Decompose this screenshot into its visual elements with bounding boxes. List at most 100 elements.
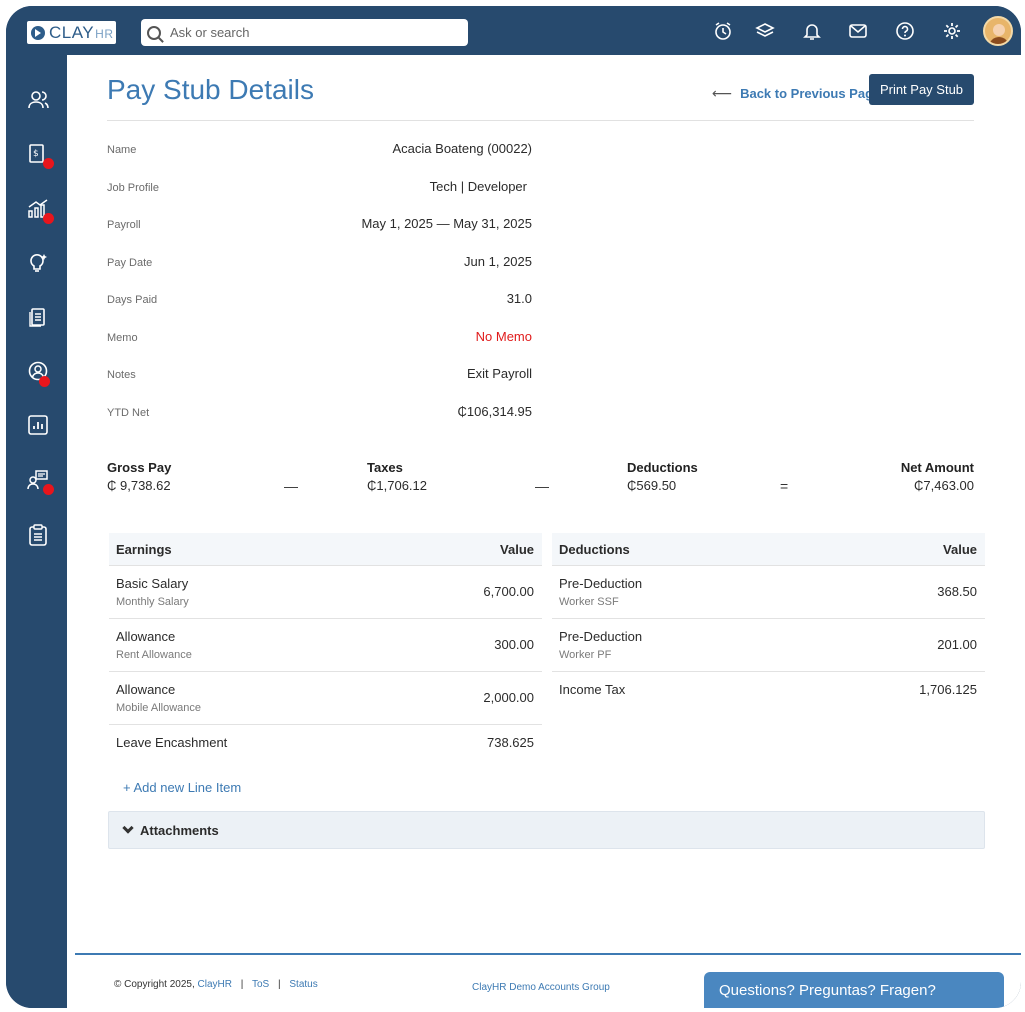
documents-icon[interactable] [27, 306, 49, 328]
deductions-header: Deductions Value [552, 533, 985, 565]
back-link-label: Back to Previous Page [740, 86, 881, 101]
detail-row-ytd-net: YTD Net ₵106,314.95 [107, 404, 532, 424]
row-title: Basic Salary [116, 576, 189, 591]
copyright-text: © Copyright 2025, [114, 979, 195, 990]
search-input[interactable] [170, 25, 450, 40]
gross-pay-summary: Gross Pay ₵ 9,738.62 [107, 460, 171, 493]
chevron-down-icon [122, 821, 134, 834]
app-frame: CLAYHR Ask or search $ Pay Stub Details … [6, 6, 1021, 1008]
row-title: Pre-Deduction [559, 629, 643, 644]
svg-text:$: $ [33, 149, 39, 159]
row-subtitle: Worker PF [559, 649, 612, 661]
earnings-header-label: Earnings [116, 542, 172, 557]
taxes-label: Taxes [367, 460, 403, 475]
table-row[interactable]: Pre-Deduction Worker PF 201.00 [552, 618, 985, 671]
people-icon[interactable] [27, 89, 49, 111]
deductions-label: Deductions [627, 460, 698, 475]
detail-row-payroll: Payroll May 1, 2025 — May 31, 2025 [107, 216, 532, 236]
memo-value[interactable]: No Memo [476, 329, 532, 344]
row-value: 300.00 [494, 637, 534, 652]
row-value: 738.625 [487, 735, 534, 750]
divider [107, 120, 974, 121]
demo-group-link[interactable]: ClayHR Demo Accounts Group [472, 982, 610, 993]
detail-label: Days Paid [107, 294, 158, 306]
row-title: Allowance [116, 682, 176, 697]
detail-value: Tech | Developer [429, 179, 527, 194]
clipboard-icon[interactable] [27, 524, 49, 546]
table-row[interactable]: Allowance Mobile Allowance 2,000.00 [109, 671, 542, 724]
table-row[interactable]: Pre-Deduction Worker SSF 368.50 [552, 565, 985, 618]
detail-value: Jun 1, 2025 [464, 254, 532, 269]
layers-icon[interactable] [755, 21, 775, 41]
deductions-summary: Deductions ₵569.50 [627, 460, 698, 493]
help-icon[interactable] [895, 21, 915, 41]
row-subtitle: Monthly Salary [116, 596, 189, 608]
lightbulb-icon[interactable] [27, 251, 49, 273]
top-bar: CLAYHR [6, 6, 1021, 55]
user-badge [39, 376, 50, 387]
logo-mark-icon [31, 25, 45, 40]
detail-label: Payroll [107, 219, 141, 231]
tos-link[interactable]: ToS [252, 979, 269, 990]
detail-label: Memo [107, 332, 138, 344]
deductions-header-label: Deductions [559, 542, 630, 557]
add-line-item-link[interactable]: + Add new Line Item [123, 780, 241, 795]
detail-label: YTD Net [107, 407, 150, 419]
search-box[interactable] [141, 19, 468, 46]
detail-row-pay-date: Pay Date Jun 1, 2025 [107, 254, 532, 274]
deductions-value: ₵569.50 [627, 478, 677, 493]
detail-label: Job Profile [107, 182, 159, 194]
footer-separator: | [240, 979, 244, 990]
detail-label: Notes [107, 369, 136, 381]
gross-pay-label: Gross Pay [107, 460, 172, 475]
report-chart-icon[interactable] [27, 414, 49, 436]
taxes-summary: Taxes ₵1,706.12 [367, 460, 427, 493]
row-title: Allowance [116, 629, 176, 644]
help-chat-button[interactable]: Questions? Preguntas? Fragen? [704, 972, 1004, 1008]
table-row[interactable]: Allowance Rent Allowance 300.00 [109, 618, 542, 671]
detail-row-days-paid: Days Paid 31.0 [107, 291, 532, 311]
minus-sign: — [284, 478, 298, 494]
detail-value: May 1, 2025 — May 31, 2025 [361, 216, 532, 231]
detail-label: Pay Date [107, 257, 153, 269]
row-value: 368.50 [937, 584, 977, 599]
sidebar: $ [6, 55, 67, 1008]
footer-separator: | [278, 979, 281, 990]
table-row[interactable]: Leave Encashment 738.625 [109, 724, 542, 760]
row-subtitle: Rent Allowance [116, 649, 192, 661]
search-icon [147, 25, 161, 40]
table-row[interactable]: Basic Salary Monthly Salary 6,700.00 [109, 565, 542, 618]
training-badge [43, 484, 54, 495]
detail-row-name: Name Acacia Boateng (00022) [107, 141, 532, 161]
main-content: Pay Stub Details ⟵ Back to Previous Page… [67, 55, 1021, 1008]
row-title: Leave Encashment [116, 735, 228, 750]
back-link[interactable]: ⟵ Back to Previous Page [712, 85, 880, 102]
bell-icon[interactable] [802, 21, 822, 41]
row-subtitle: Worker SSF [559, 596, 619, 608]
detail-value: Acacia Boateng (00022) [392, 141, 532, 156]
detail-label: Name [107, 144, 137, 156]
detail-value: ₵106,314.95 [457, 404, 532, 419]
attachments-toggle[interactable]: Attachments [108, 811, 985, 849]
print-pay-stub-button[interactable]: Print Pay Stub [869, 74, 974, 105]
status-link[interactable]: Status [289, 979, 317, 990]
gear-icon[interactable] [942, 21, 962, 41]
detail-value: Exit Payroll [466, 366, 532, 381]
equals-sign: = [780, 478, 789, 494]
footer-divider [75, 953, 1021, 955]
value-header-label: Value [943, 542, 977, 557]
gross-pay-value: ₵ 9,738.62 [107, 478, 171, 493]
user-avatar[interactable] [983, 16, 1013, 46]
clayhr-link[interactable]: ClayHR [198, 979, 232, 990]
table-row[interactable]: Income Tax 1,706.125 [552, 671, 985, 724]
clayhr-logo[interactable]: CLAYHR [27, 21, 116, 44]
row-title: Income Tax [559, 682, 626, 697]
growth-badge [43, 213, 54, 224]
row-subtitle: Mobile Allowance [116, 702, 201, 714]
minus-sign: — [535, 478, 549, 494]
logo-text: CLAYHR [49, 22, 114, 42]
mail-icon[interactable] [848, 21, 868, 41]
alarm-clock-icon[interactable] [713, 21, 733, 41]
detail-row-memo: Memo No Memo [107, 329, 532, 349]
row-value: 2,000.00 [483, 690, 534, 705]
